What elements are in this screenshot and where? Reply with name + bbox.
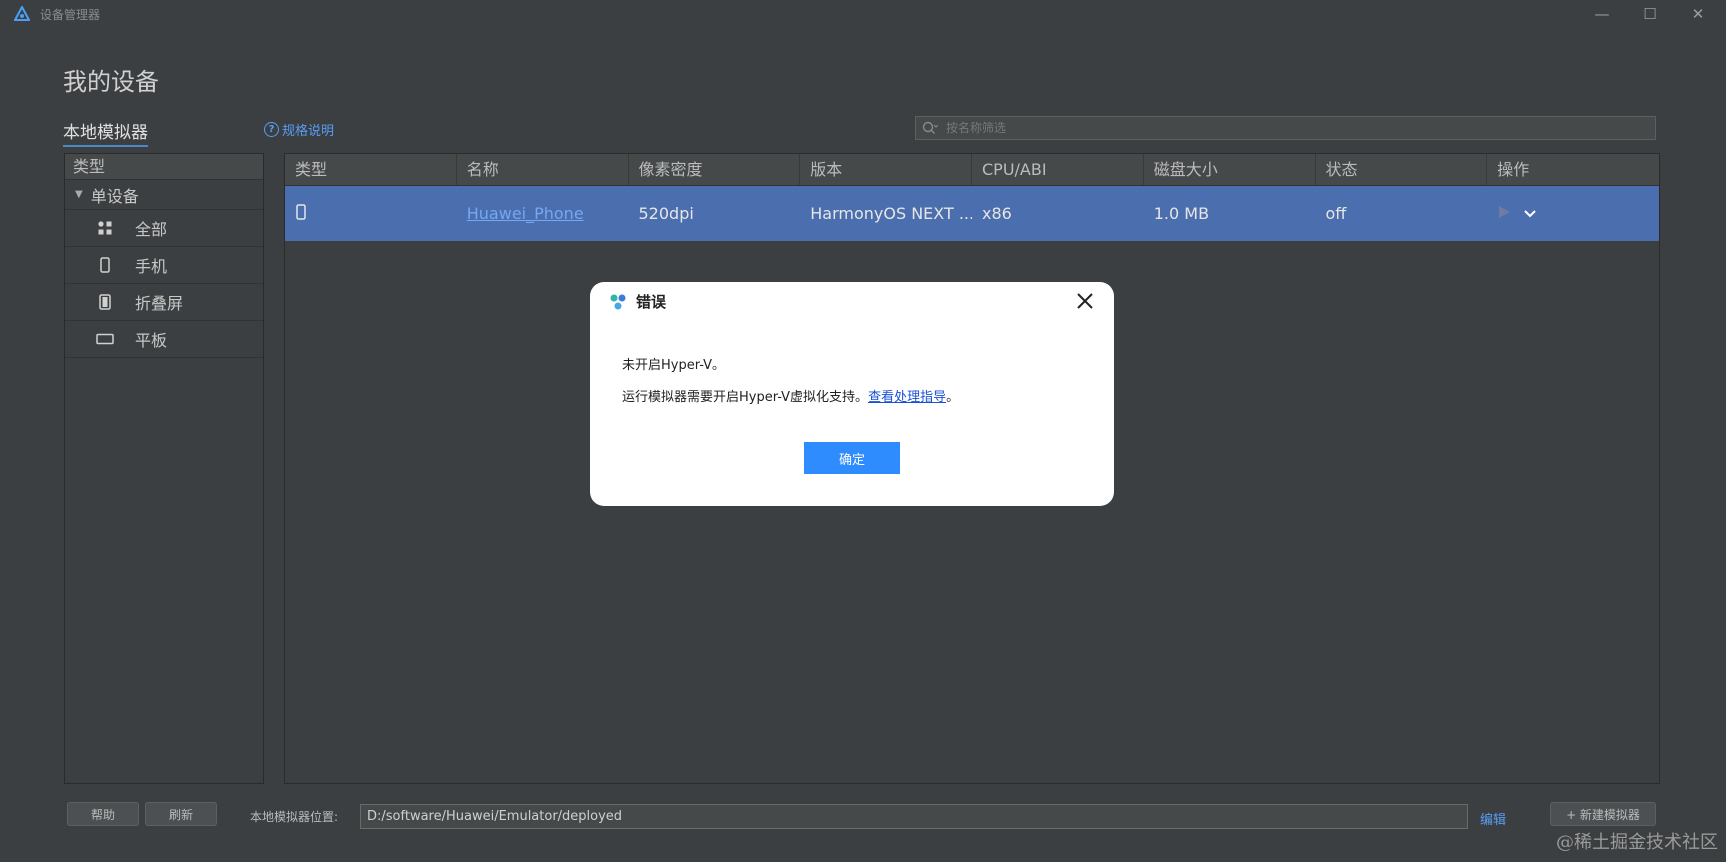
more-actions-button[interactable] bbox=[1523, 204, 1537, 223]
sidebar-item-label: 平板 bbox=[135, 331, 168, 350]
search-icon bbox=[922, 121, 938, 134]
close-window-button[interactable]: ✕ bbox=[1674, 0, 1722, 28]
dialog-message-1: 未开启Hyper-V。 bbox=[622, 358, 726, 373]
triangle-down-icon: ▼ bbox=[75, 189, 83, 200]
search-box[interactable] bbox=[915, 116, 1656, 140]
search-input[interactable] bbox=[946, 121, 1626, 135]
chevron-down-icon bbox=[1524, 210, 1536, 218]
sidebar: 类型 ▼ 单设备 全部 手机 折叠屏 平板 bbox=[64, 153, 264, 784]
maximize-button[interactable]: ☐ bbox=[1626, 0, 1674, 28]
dialog-close-button[interactable] bbox=[1072, 288, 1098, 314]
minimize-icon: — bbox=[1594, 5, 1610, 23]
table-row[interactable]: Huawei_Phone 520dpi HarmonyOS NEXT ... x… bbox=[285, 186, 1659, 241]
sidebar-group-single[interactable]: ▼ 单设备 bbox=[65, 180, 263, 210]
sidebar-item-label: 全部 bbox=[135, 220, 168, 239]
view-guide-link[interactable]: 查看处理指导 bbox=[868, 390, 946, 405]
location-label: 本地模拟器位置: bbox=[250, 810, 339, 824]
foldable-icon bbox=[95, 294, 115, 310]
ok-button[interactable]: 确定 bbox=[804, 442, 900, 474]
column-header-cpu[interactable]: CPU/ABI bbox=[972, 154, 1144, 185]
title-bar: 设备管理器 — ☐ ✕ bbox=[0, 0, 1726, 28]
app-logo-icon bbox=[610, 294, 626, 309]
column-header-disk[interactable]: 磁盘大小 bbox=[1144, 154, 1316, 185]
close-icon bbox=[1077, 293, 1093, 309]
close-icon: ✕ bbox=[1691, 5, 1705, 23]
column-header-density[interactable]: 像素密度 bbox=[629, 154, 801, 185]
cell-disk: 1.0 MB bbox=[1153, 204, 1210, 223]
play-icon bbox=[1499, 206, 1511, 218]
spec-link[interactable]: ? 规格说明 bbox=[264, 120, 334, 139]
page-title: 我的设备 bbox=[63, 68, 159, 96]
column-header-status[interactable]: 状态 bbox=[1316, 154, 1488, 185]
sidebar-group-label: 单设备 bbox=[90, 186, 139, 206]
dialog-header: 错误 bbox=[608, 291, 666, 312]
window-title: 设备管理器 bbox=[40, 7, 101, 22]
cell-version: HarmonyOS NEXT ... bbox=[810, 204, 972, 223]
cell-status: off bbox=[1325, 204, 1347, 223]
dialog-title: 错误 bbox=[636, 293, 667, 311]
cell-cpu: x86 bbox=[982, 204, 1012, 223]
location-input[interactable] bbox=[360, 804, 1468, 829]
refresh-button[interactable]: 刷新 bbox=[145, 802, 217, 826]
help-button[interactable]: 帮助 bbox=[67, 802, 139, 826]
help-circle-icon: ? bbox=[264, 122, 279, 137]
maximize-icon: ☐ bbox=[1643, 5, 1657, 23]
table-header: 类型 名称 像素密度 版本 CPU/ABI 磁盘大小 状态 操作 bbox=[285, 154, 1659, 186]
spec-link-label: 规格说明 bbox=[282, 124, 335, 139]
column-header-version[interactable]: 版本 bbox=[800, 154, 972, 185]
cell-actions bbox=[1487, 204, 1659, 223]
tablet-icon bbox=[95, 333, 115, 345]
minimize-button[interactable]: — bbox=[1578, 0, 1626, 28]
watermark: @稀土掘金技术社区 bbox=[1556, 832, 1718, 853]
sidebar-item-label: 手机 bbox=[135, 257, 168, 276]
run-button[interactable] bbox=[1497, 204, 1511, 223]
sidebar-item-all[interactable]: 全部 bbox=[65, 210, 263, 247]
tab-local-emulator[interactable]: 本地模拟器 bbox=[63, 118, 148, 147]
dialog-message-text: 运行模拟器需要开启Hyper-V虚拟化支持。 bbox=[622, 390, 869, 405]
phone-icon bbox=[95, 257, 115, 273]
cell-type bbox=[285, 203, 457, 224]
dialog-message-end: 。 bbox=[946, 390, 960, 405]
error-dialog: 错误 未开启Hyper-V。 运行模拟器需要开启Hyper-V虚拟化支持。查看处… bbox=[590, 282, 1114, 506]
cell-density: 520dpi bbox=[638, 204, 694, 223]
sidebar-item-foldable[interactable]: 折叠屏 bbox=[65, 284, 263, 321]
sidebar-item-phone[interactable]: 手机 bbox=[65, 247, 263, 284]
edit-link[interactable]: 编辑 bbox=[1480, 809, 1506, 828]
sidebar-item-label: 折叠屏 bbox=[135, 294, 184, 313]
phone-icon bbox=[295, 203, 307, 224]
cell-name: Huawei_Phone bbox=[457, 204, 629, 223]
column-header-name[interactable]: 名称 bbox=[457, 154, 629, 185]
new-emulator-button[interactable]: + 新建模拟器 bbox=[1550, 802, 1656, 826]
app-logo-icon bbox=[14, 6, 30, 21]
grid-icon bbox=[95, 220, 115, 236]
sidebar-item-tablet[interactable]: 平板 bbox=[65, 321, 263, 358]
dialog-message-2: 运行模拟器需要开启Hyper-V虚拟化支持。查看处理指导。 bbox=[622, 386, 959, 405]
column-header-type[interactable]: 类型 bbox=[285, 154, 457, 185]
sidebar-header: 类型 bbox=[65, 154, 263, 180]
device-name-link[interactable]: Huawei_Phone bbox=[467, 204, 584, 223]
column-header-actions: 操作 bbox=[1497, 160, 1530, 179]
